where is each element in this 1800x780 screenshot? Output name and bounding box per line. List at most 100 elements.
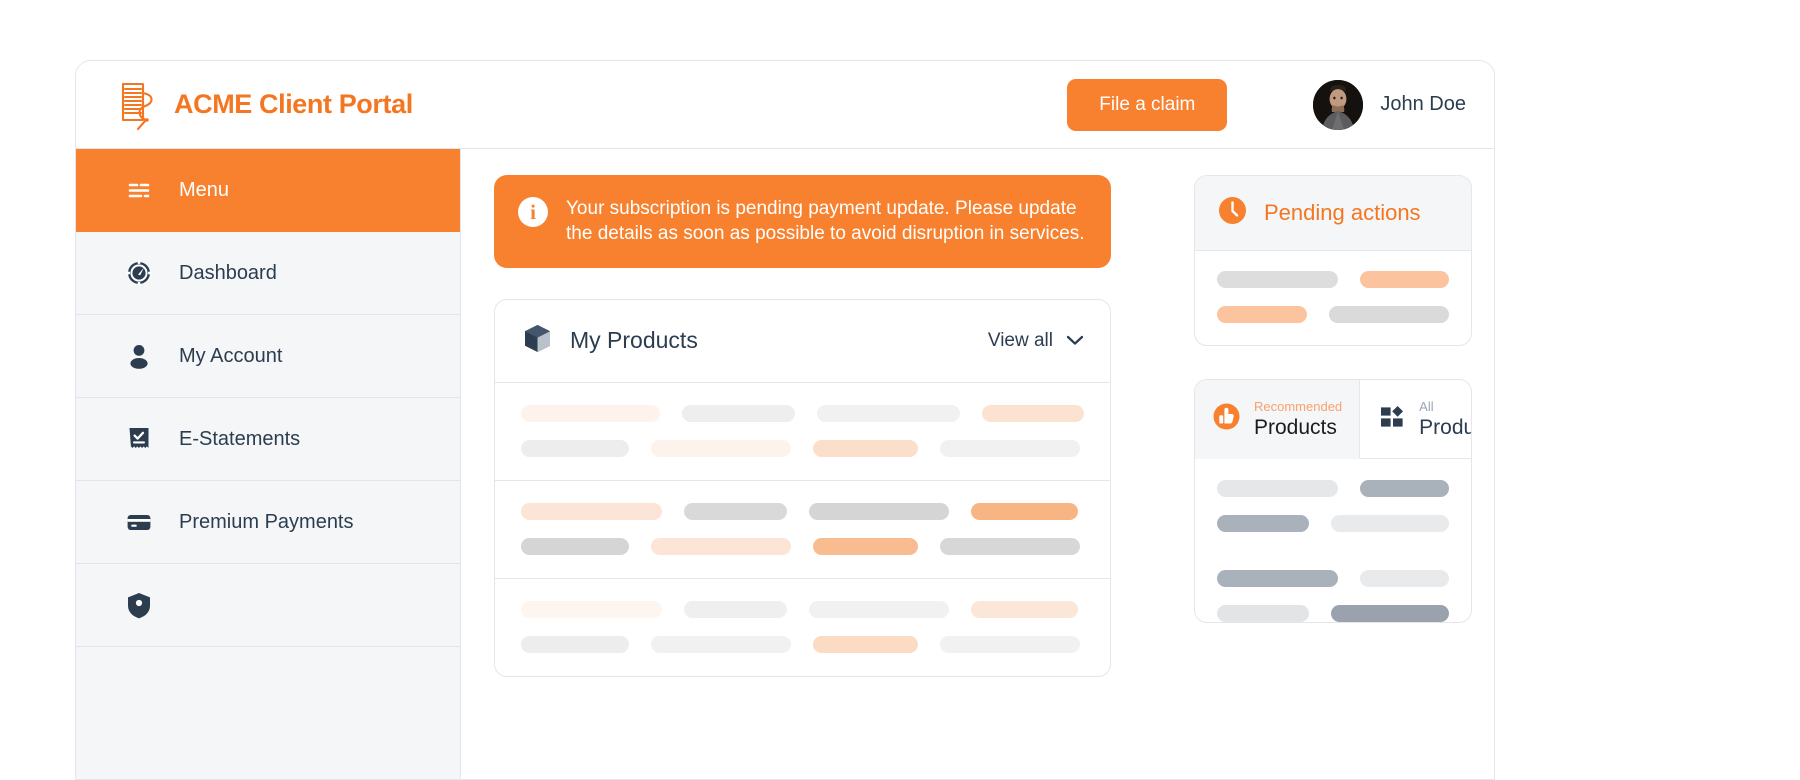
my-products-skeleton-list [495,383,1110,676]
pending-actions-card: Pending actions [1194,175,1472,346]
skeleton-bar [521,537,629,555]
app-header: ACME Client Portal File a claim John Doe [76,61,1494,149]
sidebar-item-menu[interactable]: Menu [76,149,460,232]
skeleton-bar [651,439,791,457]
skeleton-bar [971,600,1078,618]
hamburger-menu-icon [125,176,153,204]
sidebar-item-dashboard[interactable]: Dashboard [76,232,460,315]
my-products-header: My Products View all [495,300,1110,383]
skeleton-line [521,404,1084,422]
sidebar-item-label: E-Statements [179,427,301,450]
sidebar-item-e-statements[interactable]: E-Statements [76,398,460,481]
skeleton-line [1217,480,1449,498]
table-row[interactable] [495,383,1110,481]
sidebar-item-label: Menu [179,178,230,201]
skeleton-bar [1217,480,1339,498]
right-rail: Pending actions Recommended Products All… [1161,149,1494,779]
grid-squares-icon [1377,402,1406,436]
alert-message: Your subscription is pending payment upd… [566,198,1085,245]
tab-text: Recommended Products [1254,398,1342,440]
sidebar-item-label: Dashboard [179,261,277,284]
skeleton-line [521,600,1084,618]
info-icon: i [518,197,548,227]
tab-recommended-products[interactable]: Recommended Products [1195,380,1361,460]
skeleton-bar [1329,306,1449,323]
chevron-down-icon [1066,330,1084,352]
file-a-claim-button[interactable]: File a claim [1067,78,1228,131]
products-tabs-skeleton-list [1195,459,1471,623]
skeleton-bar [813,635,918,653]
app-body: Menu Dashboard My Account E-Statements P… [76,149,1494,779]
receipt-check-icon [125,425,153,453]
skeleton-bar [940,537,1080,555]
skeleton-bar [1217,306,1308,323]
sidebar-item-premium-payments[interactable]: Premium Payments [76,481,460,564]
skeleton-bar [813,537,918,555]
sidebar-item-partial[interactable] [76,564,460,647]
avatar [1313,79,1364,130]
skeleton-line [1217,515,1449,533]
skeleton-bar [1330,605,1449,623]
skeleton-bar [1330,515,1449,533]
tab-title: Products [1419,416,1471,439]
shield-lock-icon [125,591,153,619]
skeleton-bar [940,439,1080,457]
view-all-label: View all [987,329,1053,351]
skeleton-line [1217,271,1449,288]
person-icon [125,342,153,370]
skeleton-line [1217,605,1449,623]
view-all-dropdown[interactable]: View all [988,330,1084,352]
sidebar-item-label: My Account [179,344,283,367]
skeleton-bar [1217,515,1309,533]
skeleton-bar [521,635,629,653]
skeleton-line [521,537,1084,555]
skeleton-bar [1359,271,1449,288]
pending-actions-header: Pending actions [1195,176,1471,251]
tab-title: Products [1254,416,1337,439]
sidebar: Menu Dashboard My Account E-Statements P… [76,149,461,779]
pending-actions-skeleton-list [1195,251,1471,345]
skeleton-bar [682,404,796,422]
skeleton-line [521,635,1084,653]
main-content: i Your subscription is pending payment u… [461,149,1161,779]
subscription-alert-banner: i Your subscription is pending payment u… [494,175,1111,268]
speedometer-icon [125,259,153,287]
skeleton-bar [1217,271,1338,288]
skeleton-line [1217,570,1449,588]
skeleton-bar [521,404,661,422]
sidebar-item-label: Premium Payments [179,510,354,533]
user-menu[interactable]: John Doe [1313,79,1466,130]
app-window: ACME Client Portal File a claim John Doe [75,60,1495,780]
table-row[interactable] [495,579,1110,676]
credit-card-icon [125,508,153,536]
skeleton-bar [684,600,787,618]
skeleton-bar [1360,570,1449,588]
skeleton-bar [521,439,629,457]
products-tabs-card: Recommended Products All Prod [1194,379,1472,624]
skeleton-bar [1217,605,1309,623]
sidebar-item-my-account[interactable]: My Account [76,315,460,398]
skeleton-bar [813,439,918,457]
skeleton-bar [809,502,949,520]
skeleton-line [521,439,1084,457]
tab-all-products[interactable]: All Products [1360,380,1471,460]
skeleton-bar [521,600,662,618]
tab-text: All Products [1419,398,1471,440]
skeleton-bar [651,635,791,653]
table-row[interactable] [495,481,1110,579]
products-tab-strip: Recommended Products All Prod [1195,380,1471,460]
skeleton-bar [684,502,787,520]
skeleton-bar [1217,570,1339,588]
thread-spool-icon [114,79,158,131]
my-products-card: My Products View all [494,298,1111,677]
skeleton-bar [1360,480,1449,498]
tab-subtitle: Recommended [1254,399,1343,414]
package-box-icon [521,322,554,360]
skeleton-bar [651,537,791,555]
pending-actions-title: Pending actions [1264,200,1421,225]
skeleton-bar [940,635,1080,653]
thumbs-up-icon [1212,402,1241,436]
brand[interactable]: ACME Client Portal [114,79,413,131]
skeleton-bar [809,600,949,618]
skeleton-bar [521,502,662,520]
